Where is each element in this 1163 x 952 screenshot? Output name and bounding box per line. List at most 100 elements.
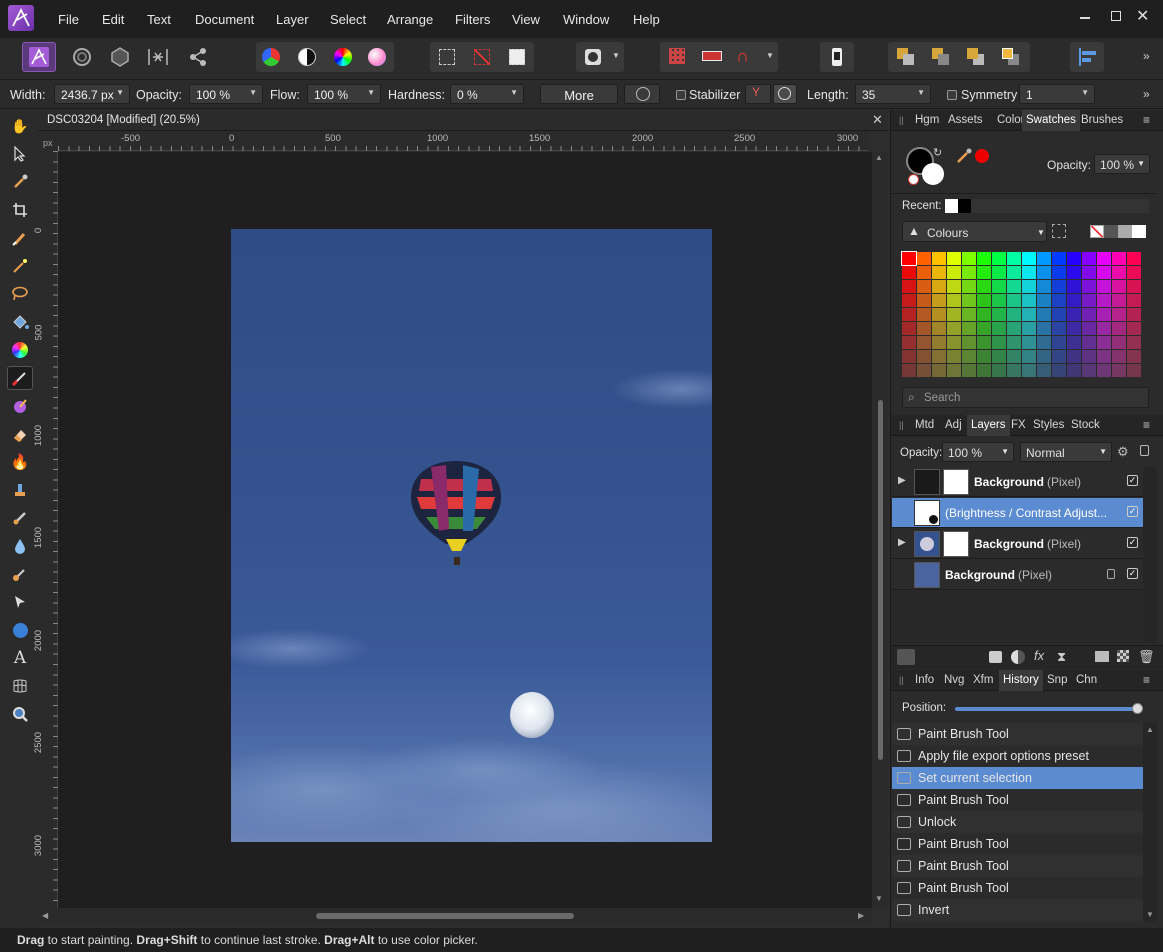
tab-layers[interactable]: Layers xyxy=(967,415,1010,436)
color-swatch[interactable] xyxy=(977,280,991,293)
panel-menu-icon[interactable]: ≡ xyxy=(1143,418,1150,432)
color-swatch[interactable] xyxy=(1007,350,1021,363)
tab-fx[interactable]: FX xyxy=(1011,419,1026,431)
gradient-tool-icon[interactable] xyxy=(7,338,33,362)
delete-layer-icon[interactable]: 🗑 xyxy=(1138,649,1155,665)
fx-icon[interactable]: fx xyxy=(1034,648,1044,663)
color-swatch[interactable] xyxy=(902,322,916,335)
more-button[interactable]: More xyxy=(540,84,618,104)
symmetry-field[interactable]: 1 ▼ xyxy=(1019,84,1095,104)
tab-hgm[interactable]: Hgm xyxy=(915,114,939,126)
width-field[interactable]: 2436.7 px ▼ xyxy=(54,84,130,104)
color-swatch[interactable] xyxy=(1082,364,1096,377)
color-swatch[interactable] xyxy=(992,322,1006,335)
color-swatch[interactable] xyxy=(947,280,961,293)
color-swatch[interactable] xyxy=(1007,364,1021,377)
color-swatch[interactable] xyxy=(1022,294,1036,307)
color-swatch[interactable] xyxy=(977,252,991,265)
move-back-icon[interactable] xyxy=(932,48,950,66)
color-swatch[interactable] xyxy=(1037,252,1051,265)
horizontal-scroll-thumb[interactable] xyxy=(316,913,574,919)
color-swatch[interactable] xyxy=(1112,364,1126,377)
color-swatch[interactable] xyxy=(1037,336,1051,349)
color-swatch[interactable] xyxy=(992,280,1006,293)
color-swatch[interactable] xyxy=(1097,294,1111,307)
chevron-down-icon[interactable]: ▼ xyxy=(766,51,774,60)
tab-snp[interactable]: Snp xyxy=(1047,674,1067,686)
color-swatch[interactable] xyxy=(1037,364,1051,377)
color-swatch[interactable] xyxy=(1067,252,1081,265)
color-swatch[interactable] xyxy=(1022,350,1036,363)
menu-edit[interactable]: Edit xyxy=(102,12,124,27)
erase-brush-tool-icon[interactable] xyxy=(7,422,33,446)
tab-info[interactable]: Info xyxy=(915,674,934,686)
layer-row[interactable]: ▶ Background (Pixel) ✓ xyxy=(892,529,1143,559)
color-swatch[interactable] xyxy=(1022,364,1036,377)
color-swatch[interactable] xyxy=(1037,350,1051,363)
close-window-button[interactable]: ✕ xyxy=(1136,6,1149,26)
chevron-down-icon[interactable]: ▼ xyxy=(612,51,620,60)
hsl-icon[interactable] xyxy=(334,48,352,66)
color-swatch[interactable] xyxy=(962,336,976,349)
hardness-field[interactable]: 0 % ▼ xyxy=(450,84,524,104)
horizontal-scrollbar[interactable]: ◀ ▶ xyxy=(38,908,872,924)
history-item[interactable]: Paint Brush Tool xyxy=(892,789,1143,811)
add-pixel-layer-icon[interactable] xyxy=(1117,650,1129,662)
align-left-icon[interactable] xyxy=(1079,48,1097,66)
panel-menu-icon[interactable]: ≡ xyxy=(1143,113,1150,127)
menu-arrange[interactable]: Arrange xyxy=(387,12,433,27)
color-swatch[interactable] xyxy=(1082,322,1096,335)
swatch-search-field[interactable]: ⌕ Search xyxy=(902,387,1149,408)
scroll-right-icon[interactable]: ▶ xyxy=(858,911,864,920)
menu-layer[interactable]: Layer xyxy=(276,12,309,27)
flow-field[interactable]: 100 % ▼ xyxy=(307,84,381,104)
symmetry-checkbox[interactable] xyxy=(947,90,957,100)
color-swatch[interactable] xyxy=(1052,322,1066,335)
color-swatch[interactable] xyxy=(977,364,991,377)
tab-adj[interactable]: Adj xyxy=(945,419,962,431)
menu-filters[interactable]: Filters xyxy=(455,12,490,27)
panel-menu-icon[interactable]: ≡ xyxy=(1143,673,1150,687)
color-swatch[interactable] xyxy=(932,350,946,363)
lasso-tool-icon[interactable] xyxy=(7,282,33,306)
clone-brush-tool-icon[interactable] xyxy=(7,478,33,502)
color-swatch[interactable] xyxy=(1067,280,1081,293)
scroll-left-icon[interactable]: ◀ xyxy=(42,911,48,920)
document-tab[interactable]: DSC03204 [Modified] (20.5%) ✕ xyxy=(38,110,888,131)
pen-tool-icon[interactable] xyxy=(7,590,33,614)
recent-swatch-black[interactable] xyxy=(958,199,971,213)
move-forward-icon[interactable] xyxy=(967,48,985,66)
color-swatch[interactable] xyxy=(947,350,961,363)
length-field[interactable]: 35 ▼ xyxy=(855,84,931,104)
history-item[interactable]: Apply file export options preset xyxy=(892,745,1143,767)
color-swatch[interactable] xyxy=(977,322,991,335)
tab-chn[interactable]: Chn xyxy=(1076,674,1097,686)
color-swatch[interactable] xyxy=(917,266,931,279)
history-item[interactable]: Invert xyxy=(892,899,1143,921)
tab-mtd[interactable]: Mtd xyxy=(915,419,934,431)
view-tool-icon[interactable]: ✋ xyxy=(7,114,33,138)
layer-row-selected[interactable]: (Brightness / Contrast Adjust... ✓ xyxy=(892,498,1143,528)
color-swatch[interactable] xyxy=(1037,280,1051,293)
color-swatch[interactable] xyxy=(962,350,976,363)
color-swatch[interactable] xyxy=(1097,308,1111,321)
color-swatch[interactable] xyxy=(992,350,1006,363)
color-swatch[interactable] xyxy=(1082,266,1096,279)
color-swatch[interactable] xyxy=(1037,308,1051,321)
color-swatch[interactable] xyxy=(1082,308,1096,321)
color-swatch[interactable] xyxy=(977,294,991,307)
move-to-front-icon[interactable] xyxy=(1002,48,1020,66)
color-swatch[interactable] xyxy=(932,294,946,307)
color-swatch[interactable] xyxy=(947,364,961,377)
history-item[interactable]: Paint Brush Tool xyxy=(892,723,1143,745)
color-swatch[interactable] xyxy=(962,266,976,279)
color-swatch[interactable] xyxy=(977,336,991,349)
color-swatch[interactable] xyxy=(917,294,931,307)
color-swatch[interactable] xyxy=(1067,266,1081,279)
menu-document[interactable]: Document xyxy=(195,12,254,27)
color-swatch[interactable] xyxy=(932,322,946,335)
layer-opacity-field[interactable]: 100 % ▼ xyxy=(942,442,1014,462)
selection-brush-tool-icon[interactable] xyxy=(7,226,33,250)
history-scrollbar[interactable]: ▲ ▼ xyxy=(1143,722,1157,922)
assistant-icon[interactable] xyxy=(702,51,722,61)
